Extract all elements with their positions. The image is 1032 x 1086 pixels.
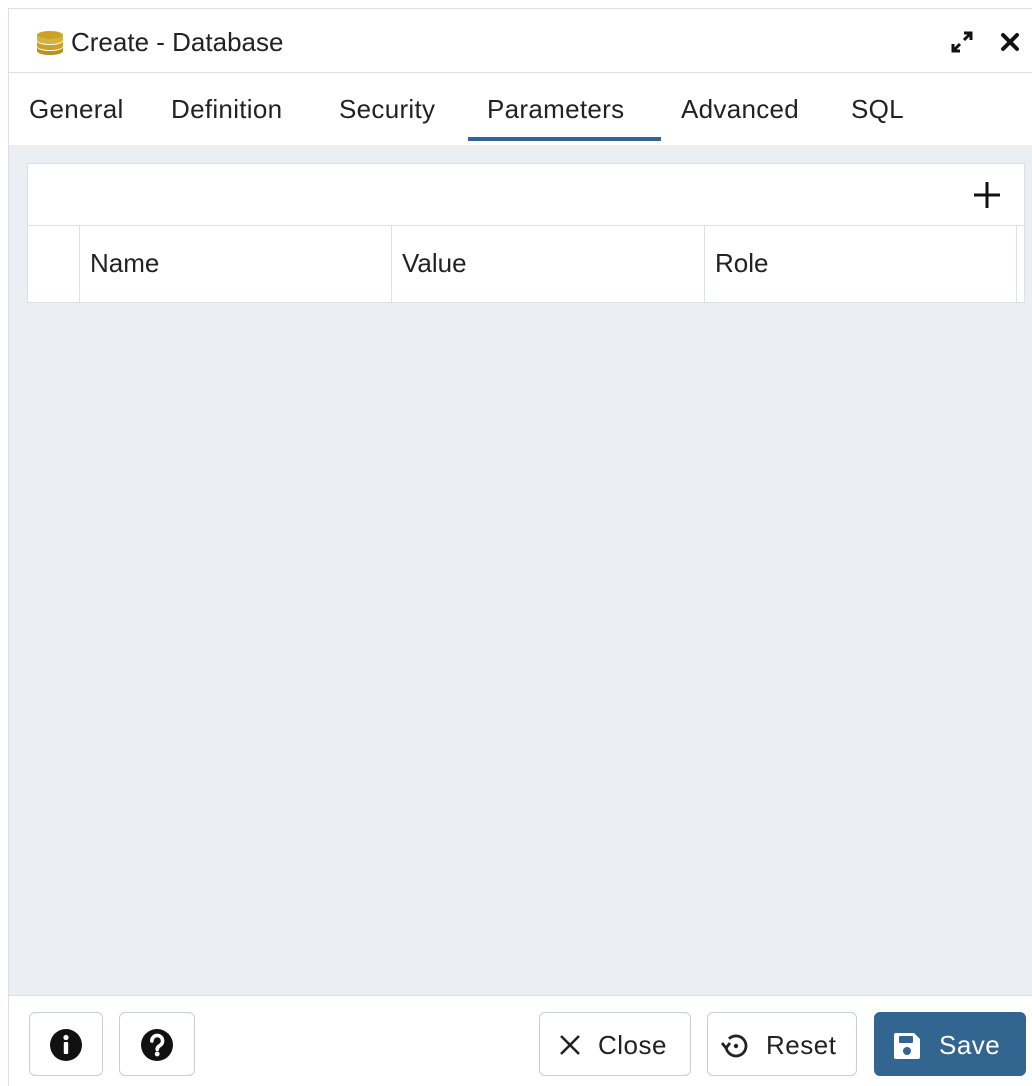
column-header-name[interactable]: Name	[80, 226, 392, 302]
create-database-dialog: Create - Database General Definition Sec…	[8, 8, 1032, 1086]
dialog-titlebar[interactable]: Create - Database	[9, 9, 1032, 73]
column-header-label: Role	[715, 248, 769, 278]
active-tab-indicator	[468, 137, 661, 141]
column-header-role[interactable]: Role	[705, 226, 1017, 302]
tab-parameters[interactable]: Parameters	[487, 94, 624, 124]
database-icon	[37, 31, 63, 55]
add-row-button[interactable]	[970, 178, 1004, 212]
plus-icon	[974, 182, 1000, 208]
tab-bar: General Definition Security Parameters A…	[9, 74, 1032, 144]
help-button[interactable]	[119, 1012, 195, 1076]
info-icon	[50, 1029, 82, 1061]
column-header-label: Name	[90, 248, 160, 278]
tab-content-parameters: Name Value Role	[9, 145, 1032, 995]
tab-general[interactable]: General	[29, 94, 124, 124]
info-button[interactable]	[29, 1012, 103, 1076]
save-icon	[894, 1033, 920, 1059]
dialog-footer: Close Reset Save	[9, 995, 1032, 1086]
maximize-icon	[951, 31, 973, 53]
maximize-button[interactable]	[947, 27, 977, 57]
reset-button[interactable]: Reset	[707, 1012, 857, 1076]
save-button-label: Save	[939, 1030, 1001, 1060]
help-icon	[141, 1029, 173, 1061]
tab-advanced[interactable]: Advanced	[681, 94, 799, 124]
dialog-close-button[interactable]	[995, 27, 1025, 57]
close-button[interactable]: Close	[539, 1012, 691, 1076]
close-button-label: Close	[598, 1030, 667, 1060]
dialog-title: Create - Database	[71, 27, 284, 57]
parameters-grid: Name Value Role	[27, 163, 1025, 303]
close-icon	[1001, 33, 1019, 51]
reset-icon	[720, 1034, 748, 1058]
grid-header-row: Name Value Role	[28, 226, 1024, 302]
column-header-value[interactable]: Value	[392, 226, 705, 302]
column-header-label: Value	[402, 248, 467, 278]
save-button[interactable]: Save	[874, 1012, 1026, 1076]
reset-button-label: Reset	[766, 1030, 837, 1060]
tab-definition[interactable]: Definition	[171, 94, 282, 124]
close-icon	[560, 1035, 580, 1055]
tab-security[interactable]: Security	[339, 94, 435, 124]
grid-toolbar	[28, 164, 1024, 226]
row-action-column-header	[28, 226, 80, 302]
tab-sql[interactable]: SQL	[851, 94, 904, 124]
